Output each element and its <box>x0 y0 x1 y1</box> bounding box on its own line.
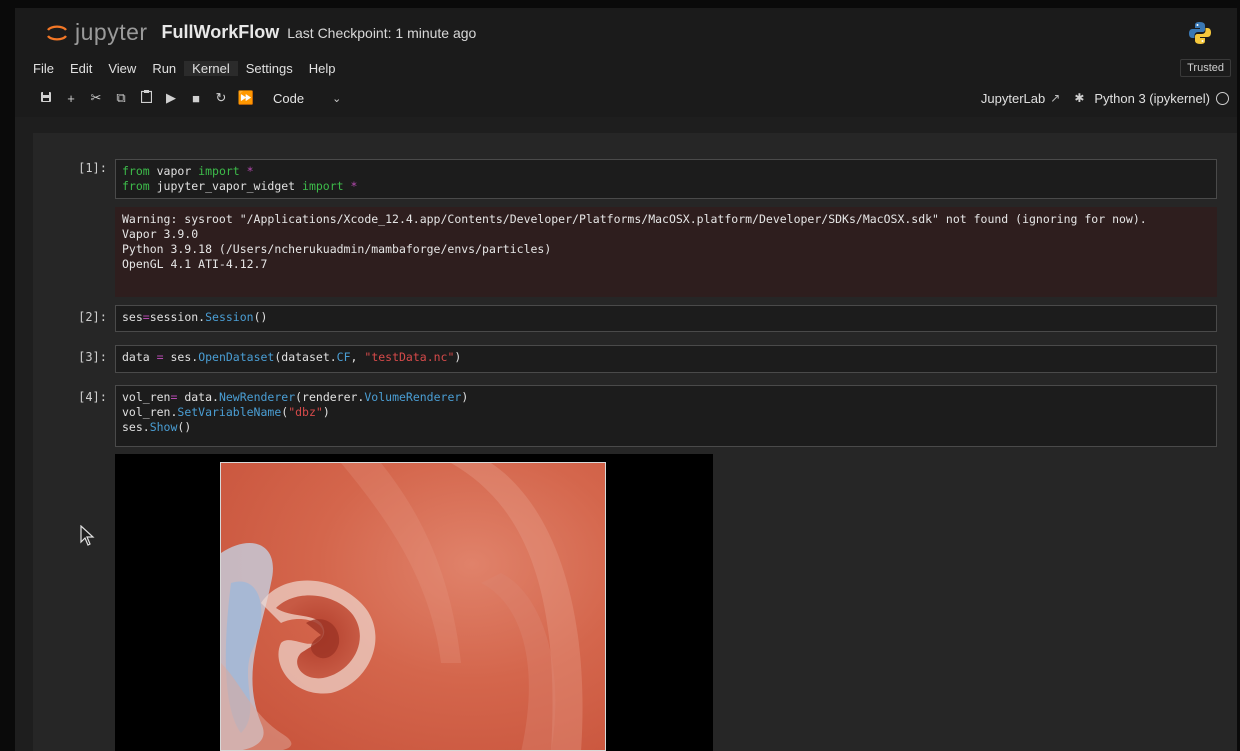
menu-help[interactable]: Help <box>301 61 344 76</box>
kernel-status-icon <box>1216 91 1229 105</box>
toolbar-right: JupyterLab ↗ ✱ Python 3 (ipykernel) <box>981 79 1229 117</box>
menu-kernel[interactable]: Kernel <box>184 60 238 76</box>
chevron-down-icon[interactable]: ⌄ <box>332 92 341 105</box>
checkpoint-status: Last Checkpoint: 1 minute ago <box>287 24 477 41</box>
mouse-cursor-icon <box>80 525 95 546</box>
add-cell-icon[interactable]: + <box>60 91 82 106</box>
code-cell-4[interactable]: vol_ren= data.NewRenderer(renderer.Volum… <box>115 385 1217 447</box>
restart-icon[interactable]: ↻ <box>210 90 232 106</box>
cut-icon[interactable]: ✂ <box>85 90 107 106</box>
paste-icon[interactable] <box>135 90 157 106</box>
jupyter-window: jupyter FullWorkFlow Last Checkpoint: 1 … <box>15 8 1237 751</box>
volume-render-output[interactable] <box>115 454 713 751</box>
kernel-name[interactable]: Python 3 (ipykernel) <box>1094 91 1210 106</box>
stop-icon[interactable]: ■ <box>185 91 207 106</box>
cell-prompt: [3]: <box>78 350 107 364</box>
copy-icon[interactable]: ⧉ <box>110 90 132 106</box>
code-cell-1[interactable]: from vapor import * from jupyter_vapor_w… <box>115 159 1217 199</box>
jupyter-logo-icon <box>47 25 67 40</box>
jupyterlab-link[interactable]: JupyterLab <box>981 91 1045 106</box>
trusted-badge[interactable]: Trusted <box>1180 59 1231 77</box>
volume-render-image[interactable] <box>220 462 606 751</box>
notebook-toolbar: + ✂ ⧉ ▶ ■ ↻ ⏩ Code ⌄ JupyterLab ↗ ✱ Pyth… <box>15 79 1237 117</box>
run-all-icon[interactable]: ⏩ <box>235 90 257 106</box>
code-cell-3[interactable]: data = ses.OpenDataset(dataset.CF, "test… <box>115 345 1217 373</box>
external-link-icon[interactable]: ↗ <box>1050 91 1060 105</box>
menu-settings[interactable]: Settings <box>238 61 301 76</box>
cell-prompt: [1]: <box>78 161 107 175</box>
notebook-header: jupyter FullWorkFlow Last Checkpoint: 1 … <box>15 8 1237 57</box>
jupyter-logo[interactable]: jupyter <box>45 19 148 46</box>
menu-file[interactable]: File <box>15 61 62 76</box>
debugger-icon[interactable]: ✱ <box>1074 91 1084 105</box>
menu-edit[interactable]: Edit <box>62 61 100 76</box>
notebook-panel: [1]: from vapor import * from jupyter_va… <box>33 133 1237 751</box>
menu-run[interactable]: Run <box>144 61 184 76</box>
run-icon[interactable]: ▶ <box>160 90 182 106</box>
logo-text: jupyter <box>75 19 148 45</box>
code-cell-2[interactable]: ses=session.Session() <box>115 305 1217 332</box>
cell-type-select[interactable]: Code <box>273 91 304 106</box>
python-logo-icon <box>1189 22 1211 44</box>
menu-view[interactable]: View <box>100 61 144 76</box>
save-icon[interactable] <box>35 91 57 106</box>
cell-output-stderr: Warning: sysroot "/Applications/Xcode_12… <box>115 207 1217 297</box>
notebook-title[interactable]: FullWorkFlow <box>162 22 280 43</box>
menu-bar: File Edit View Run Kernel Settings Help … <box>15 57 1237 79</box>
cell-prompt: [4]: <box>78 390 107 404</box>
cell-prompt: [2]: <box>78 310 107 324</box>
